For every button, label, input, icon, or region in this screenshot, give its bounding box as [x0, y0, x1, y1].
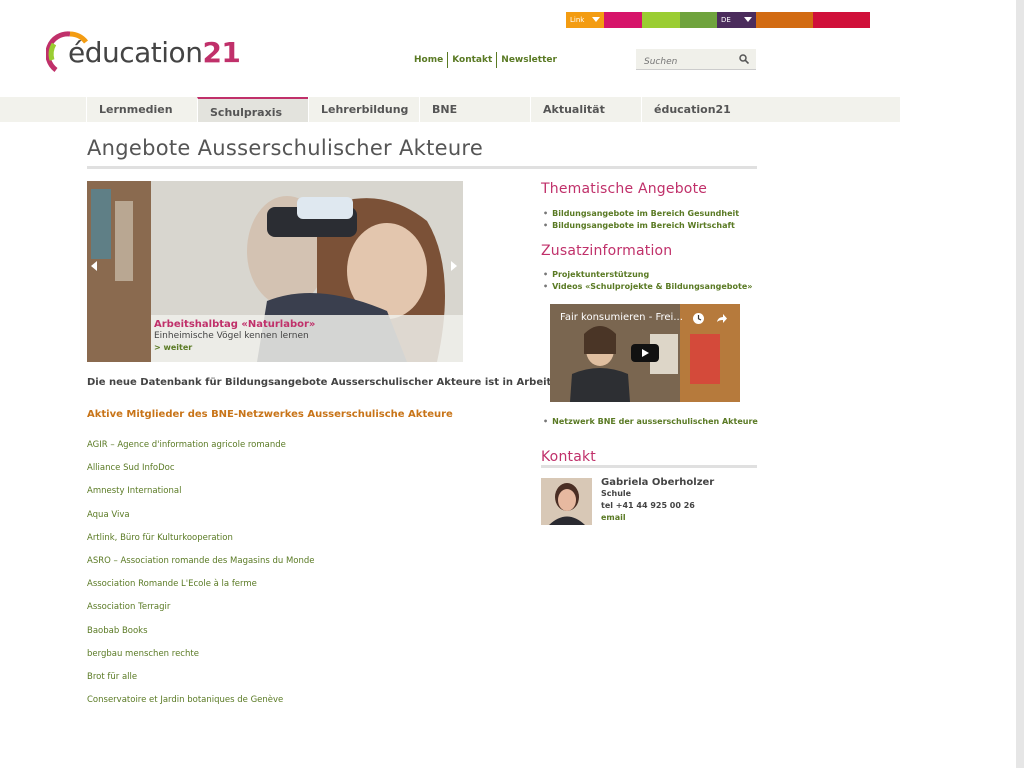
main-nav: Lernmedien Schulpraxis Lehrerbildung BNE… [0, 97, 900, 122]
clock-icon[interactable] [692, 312, 705, 325]
nav-newsletter-link[interactable]: Newsletter [497, 52, 561, 68]
chevron-down-icon [744, 17, 752, 22]
contact-email-link[interactable]: email [601, 512, 714, 524]
window-edge [1016, 0, 1024, 768]
list-item[interactable]: Bildungsangebote im Bereich Gesundheit [543, 208, 739, 220]
logo-text: éducation21 [68, 36, 241, 69]
list-item[interactable]: ASRO – Association romande des Magasins … [87, 555, 315, 578]
thematic-list: Bildungsangebote im Bereich Gesundheit B… [543, 208, 739, 232]
slider-caption-subtitle: Einheimische Vögel kennen lernen [154, 331, 309, 341]
contact-phone: tel +41 44 925 00 26 [601, 501, 695, 510]
contact-heading: Kontakt [541, 449, 596, 465]
color-segment [604, 12, 642, 28]
list-item[interactable]: Association Terragir [87, 601, 315, 624]
play-icon[interactable] [631, 344, 659, 362]
list-item[interactable]: Aqua Viva [87, 509, 315, 532]
tab-bne[interactable]: BNE [419, 97, 530, 122]
slider-next-arrow-icon[interactable] [451, 261, 457, 271]
list-item[interactable]: Projektunterstützung [543, 269, 752, 281]
main-nav-spacer [0, 97, 86, 122]
intro-text: Die neue Datenbank für Bildungsangebote … [87, 377, 556, 388]
title-divider [87, 166, 757, 169]
contact-divider [541, 465, 757, 468]
list-item[interactable]: Netzwerk BNE der ausserschulischen Akteu… [543, 416, 758, 428]
members-heading: Aktive Mitglieder des BNE-Netzwerkes Aus… [87, 409, 453, 420]
list-item[interactable]: Bildungsangebote im Bereich Wirtschaft [543, 220, 739, 232]
slider-more-link[interactable]: > weiter [154, 343, 460, 352]
color-segment [642, 12, 680, 28]
contact-info: Gabriela Oberholzer Schule tel +41 44 92… [601, 477, 714, 524]
list-item[interactable]: Association Romande L'Ecole à la ferme [87, 578, 315, 601]
color-segment [680, 12, 717, 28]
color-segment [756, 12, 813, 28]
tab-aktualitaet[interactable]: Aktualität [530, 97, 641, 122]
logo[interactable]: éducation21 [46, 28, 246, 82]
additional-info-list: Projektunterstützung Videos «Schulprojek… [543, 269, 752, 293]
list-item[interactable]: Brot für alle [87, 671, 315, 694]
service-nav: Home Kontakt Newsletter [410, 52, 561, 68]
additional-info-heading: Zusatzinformation [541, 243, 673, 259]
list-item[interactable]: bergbau menschen rechte [87, 648, 315, 671]
video-title: Fair konsumieren - Frei... [560, 312, 683, 323]
link-dropdown-label: Link [570, 16, 585, 24]
search-box [636, 49, 756, 73]
contact-portrait [541, 478, 592, 525]
tab-lehrerbildung[interactable]: Lehrerbildung [308, 97, 419, 122]
tab-lernmedien[interactable]: Lernmedien [86, 97, 197, 122]
slider-caption: Arbeitshalbtag «Naturlabor» Einheimische… [151, 315, 463, 362]
video-embed[interactable]: Fair konsumieren - Frei... [550, 304, 740, 402]
logo-number: 21 [202, 36, 241, 69]
slider-prev-arrow-icon[interactable] [91, 261, 97, 271]
language-label: DE [721, 16, 731, 24]
members-list: AGIR – Agence d'information agricole rom… [87, 439, 315, 717]
list-item[interactable]: Conservatoire et Jardin botaniques de Ge… [87, 694, 315, 717]
list-item[interactable]: Baobab Books [87, 625, 315, 648]
tab-education21[interactable]: éducation21 [641, 97, 752, 122]
list-item[interactable]: AGIR – Agence d'information agricole rom… [87, 439, 315, 462]
nav-kontakt-link[interactable]: Kontakt [448, 52, 498, 68]
chevron-down-icon [592, 17, 600, 22]
list-item[interactable]: Amnesty International [87, 485, 315, 508]
share-icon[interactable] [715, 312, 728, 325]
thematic-heading: Thematische Angebote [541, 181, 708, 197]
top-color-bar: Link DE [566, 12, 870, 28]
image-slider[interactable]: Arbeitshalbtag «Naturlabor» Einheimische… [87, 181, 463, 362]
page-title: Angebote Ausserschulischer Akteure [87, 136, 484, 160]
logo-word: éducation [68, 36, 203, 69]
avatar [541, 478, 592, 525]
nav-home-link[interactable]: Home [410, 52, 449, 68]
link-dropdown[interactable]: Link [566, 12, 604, 28]
search-icon[interactable] [739, 54, 749, 64]
color-segment [813, 12, 870, 28]
contact-name: Gabriela Oberholzer [601, 477, 715, 488]
list-item[interactable]: Alliance Sud InfoDoc [87, 462, 315, 485]
slider-caption-title[interactable]: Arbeitshalbtag «Naturlabor» [154, 319, 460, 330]
tab-schulpraxis[interactable]: Schulpraxis [197, 97, 308, 122]
search-input[interactable] [636, 51, 732, 73]
contact-role: Schule [601, 489, 632, 498]
network-list: Netzwerk BNE der ausserschulischen Akteu… [543, 416, 758, 428]
list-item[interactable]: Videos «Schulprojekte & Bildungsangebote… [543, 281, 752, 293]
language-dropdown[interactable]: DE [717, 12, 756, 28]
list-item[interactable]: Artlink, Büro für Kulturkooperation [87, 532, 315, 555]
